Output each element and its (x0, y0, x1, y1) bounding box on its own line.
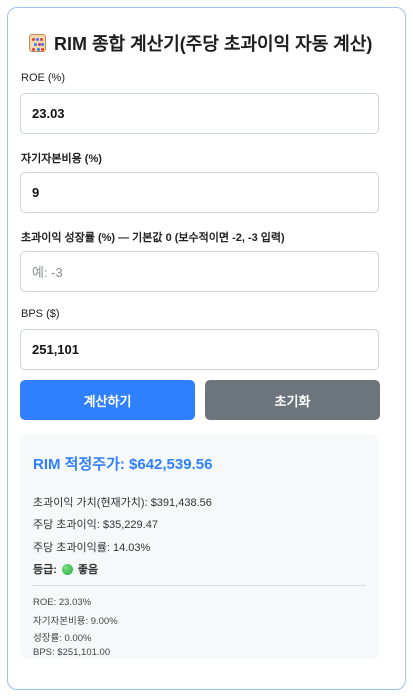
page-title: RIM 종합 계산기(주당 초과이익 자동 계산) (29, 31, 372, 55)
grade-line: 등급: 좋음 (33, 561, 98, 577)
growth-label: 초과이익 성장률 (%) — 기본값 0 (보수적이면 -2, -3 입력) (21, 232, 285, 244)
eps-excess-line: 주당 초과이익: $35,229.47 (33, 519, 158, 531)
roe-input[interactable]: 23.03 (20, 93, 379, 134)
reset-button[interactable]: 초기화 (205, 380, 380, 420)
calculate-button[interactable]: 계산하기 (20, 380, 195, 420)
roe-label: ROE (%) (21, 72, 65, 84)
result-panel: RIM 적정주가: $642,539.56 초과이익 가치(현재가치): $39… (20, 435, 379, 659)
title-text: RIM 종합 계산기(주당 초과이익 자동 계산) (54, 34, 373, 54)
excess-value-line: 초과이익 가치(현재가치): $391,438.56 (33, 497, 212, 509)
green-circle-icon (61, 563, 73, 575)
divider (33, 585, 366, 586)
summary-roe: ROE: 23.03% (33, 597, 92, 608)
grade-label: 등급: (33, 564, 57, 576)
growth-input[interactable]: 예: -3 (20, 251, 379, 292)
summary-growth: 성장률: 0.00% (33, 633, 92, 644)
excess-rate-line: 주당 초과이익률: 14.03% (33, 542, 151, 554)
grade-value: 좋음 (77, 564, 99, 576)
bps-label: BPS ($) (21, 308, 60, 320)
bps-input[interactable]: 251,101 (20, 329, 379, 370)
summary-bps: BPS: $251,101.00 (33, 647, 111, 658)
fair-price-title: RIM 적정주가: $642,539.56 (33, 456, 213, 473)
summary-coe: 자기자본비용: 9.00% (33, 616, 118, 627)
coe-input[interactable]: 9 (20, 172, 379, 213)
abacus-icon (29, 34, 46, 52)
coe-label: 자기자본비용 (%) (21, 153, 102, 165)
